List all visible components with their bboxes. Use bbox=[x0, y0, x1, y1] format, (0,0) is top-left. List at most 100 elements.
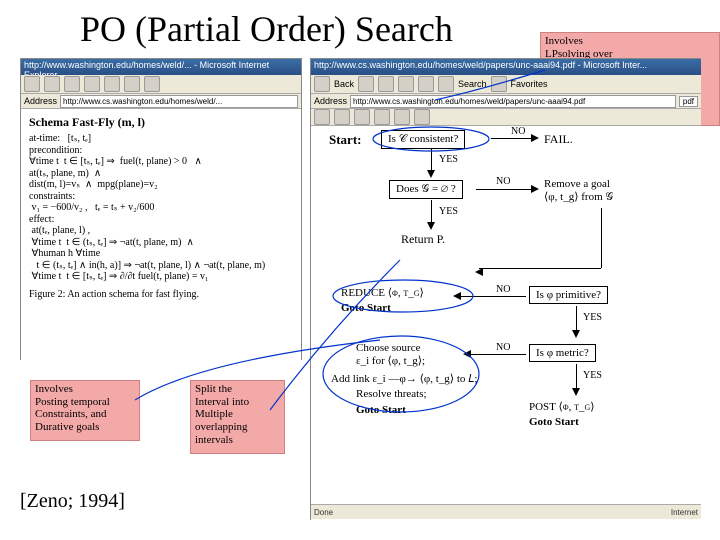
window-titlebar: http://www.cs.washington.edu/homes/weld/… bbox=[311, 59, 701, 75]
flow-edge bbox=[576, 306, 577, 330]
flow-fail: FAIL. bbox=[544, 132, 573, 147]
flow-return-p: Return P. bbox=[401, 232, 445, 247]
schema-line: effect: bbox=[29, 214, 293, 226]
flow-edge bbox=[601, 208, 602, 268]
arrow-icon bbox=[531, 185, 539, 193]
search-icon[interactable] bbox=[438, 76, 454, 92]
favorites-icon[interactable] bbox=[491, 76, 507, 92]
arrow-icon bbox=[475, 268, 483, 276]
flow-yes: YES bbox=[439, 154, 458, 165]
arrow-icon bbox=[572, 388, 580, 396]
schema-line: at-time: [tₛ, tₑ] bbox=[29, 133, 293, 145]
arrow-icon bbox=[427, 170, 435, 178]
figure-caption: Figure 2: An action schema for fast flyi… bbox=[29, 289, 293, 300]
flow-yes: YES bbox=[583, 370, 602, 381]
address-input[interactable] bbox=[60, 95, 298, 108]
flow-no: NO bbox=[496, 342, 510, 353]
flowchart-content: Start: Is 𝒞 consistent? NO FAIL. YES Doe… bbox=[311, 126, 701, 536]
flow-resolve-threats: Resolve threats; bbox=[356, 388, 427, 400]
document-content: Schema Fast-Fly (m, l) at-time: [tₛ, tₑ]… bbox=[21, 109, 301, 361]
slide-title: PO (Partial Order) Search bbox=[80, 8, 453, 50]
schema-line: t ∈ (tₛ, tₑ] ∧ in(h, a)] ⇒ ¬at(t, plane,… bbox=[29, 260, 293, 272]
schema-line: ∀time t t ∈ [tₛ, tₑ] ⇒ fuel(t, plane) > … bbox=[29, 156, 293, 168]
arrow-icon bbox=[427, 222, 435, 230]
search-icon[interactable] bbox=[124, 76, 140, 92]
stop-icon[interactable] bbox=[64, 76, 80, 92]
back-label: Back bbox=[334, 79, 354, 89]
refresh-icon[interactable] bbox=[84, 76, 100, 92]
arrow-icon bbox=[531, 134, 539, 142]
flow-no: NO bbox=[496, 176, 510, 187]
arrow-icon bbox=[453, 292, 461, 300]
home-icon[interactable] bbox=[104, 76, 120, 92]
flow-choose-source: Choose source ε_i for ⟨φ, t_g⟩; bbox=[356, 342, 425, 367]
flow-goto-start3: Goto Start bbox=[529, 416, 579, 428]
schema-line: at(tₑ, plane, l) , bbox=[29, 225, 293, 237]
forward-icon[interactable] bbox=[358, 76, 374, 92]
print-icon[interactable] bbox=[334, 109, 350, 125]
schema-line: ∀human h ∀time bbox=[29, 248, 293, 260]
schema-line: ∀time t t ∈ [tₛ, tₑ] ⇒ ∂/∂t fuel(t, plan… bbox=[29, 271, 293, 283]
browser-window-left: http://www.washington.edu/homes/weld/...… bbox=[20, 58, 302, 360]
callout-split: Split the Interval into Multiple overlap… bbox=[190, 380, 285, 454]
flow-start: Start: bbox=[329, 132, 362, 148]
pdf-badge: pdf bbox=[679, 96, 698, 107]
favorites-label: Favorites bbox=[511, 79, 548, 89]
flow-edge bbox=[431, 200, 432, 222]
back-icon[interactable] bbox=[24, 76, 40, 92]
save-icon[interactable] bbox=[314, 109, 330, 125]
browser-window-right: http://www.cs.washington.edu/homes/weld/… bbox=[310, 58, 701, 520]
forward-icon[interactable] bbox=[44, 76, 60, 92]
flow-add-link: Add link ε_i —φ→ ⟨φ, t_g⟩ to 𝐿; bbox=[331, 372, 477, 386]
status-right: Internet bbox=[671, 508, 698, 517]
flow-goto-start2: Goto Start bbox=[356, 404, 406, 416]
schema-heading: Schema Fast-Fly (m, l) bbox=[29, 115, 293, 130]
browser-toolbar[interactable]: Back Search Favorites bbox=[311, 75, 701, 94]
flow-edge bbox=[461, 296, 526, 297]
select-icon[interactable] bbox=[394, 109, 410, 125]
status-left: Done bbox=[314, 508, 333, 517]
schema-line: at(tₛ, plane, m) ∧ bbox=[29, 168, 293, 180]
zoom-icon[interactable] bbox=[354, 109, 370, 125]
flow-yes: YES bbox=[439, 206, 458, 217]
home-icon[interactable] bbox=[418, 76, 434, 92]
refresh-icon[interactable] bbox=[398, 76, 414, 92]
arrow-icon bbox=[463, 350, 471, 358]
schema-line: v₁ = −600/v₂ , tₑ = tₛ + v₂/600 bbox=[29, 202, 293, 214]
hand-icon[interactable] bbox=[374, 109, 390, 125]
schema-line: precondition: bbox=[29, 145, 293, 157]
flow-goto-start: Goto Start bbox=[341, 302, 391, 314]
stop-icon[interactable] bbox=[378, 76, 394, 92]
page-icon[interactable] bbox=[414, 109, 430, 125]
flow-edge bbox=[476, 189, 531, 190]
flow-q-primitive: Is φ primitive? bbox=[529, 286, 608, 304]
citation: [Zeno; 1994] bbox=[20, 490, 125, 513]
window-titlebar: http://www.washington.edu/homes/weld/...… bbox=[21, 59, 301, 75]
browser-toolbar[interactable] bbox=[21, 75, 301, 94]
flow-reduce: REDUCE ⟨φ, t_g⟩ bbox=[341, 286, 424, 299]
address-label: Address bbox=[314, 96, 347, 106]
back-icon[interactable] bbox=[314, 76, 330, 92]
flow-edge bbox=[576, 364, 577, 388]
search-label: Search bbox=[458, 79, 487, 89]
flow-q-metric: Is φ metric? bbox=[529, 344, 596, 362]
flow-edge bbox=[471, 354, 526, 355]
arrow-icon bbox=[572, 330, 580, 338]
flow-edge bbox=[491, 138, 531, 139]
flow-edge bbox=[431, 148, 432, 170]
address-label: Address bbox=[24, 96, 57, 106]
flow-edge bbox=[479, 268, 601, 269]
flow-remove-goal: Remove a goal ⟨φ, t_g⟩ from 𝒢 bbox=[544, 178, 613, 204]
address-bar: Address bbox=[21, 94, 301, 109]
flow-q-goals-empty: Does 𝒢 = ∅ ? bbox=[389, 180, 463, 199]
flow-yes: YES bbox=[583, 312, 602, 323]
flow-q-consistent: Is 𝒞 consistent? bbox=[381, 130, 465, 149]
schema-line: dist(m, l)=vₛ ∧ mpg(plane)=v₂ bbox=[29, 179, 293, 191]
favorites-icon[interactable] bbox=[144, 76, 160, 92]
flow-no: NO bbox=[511, 126, 525, 137]
pdf-toolbar[interactable] bbox=[311, 109, 701, 126]
address-input[interactable] bbox=[350, 95, 676, 108]
callout-temporal: Involves Posting temporal Constraints, a… bbox=[30, 380, 140, 441]
flow-post: POST ⟨φ, t_g⟩ bbox=[529, 400, 595, 413]
flow-no: NO bbox=[496, 284, 510, 295]
